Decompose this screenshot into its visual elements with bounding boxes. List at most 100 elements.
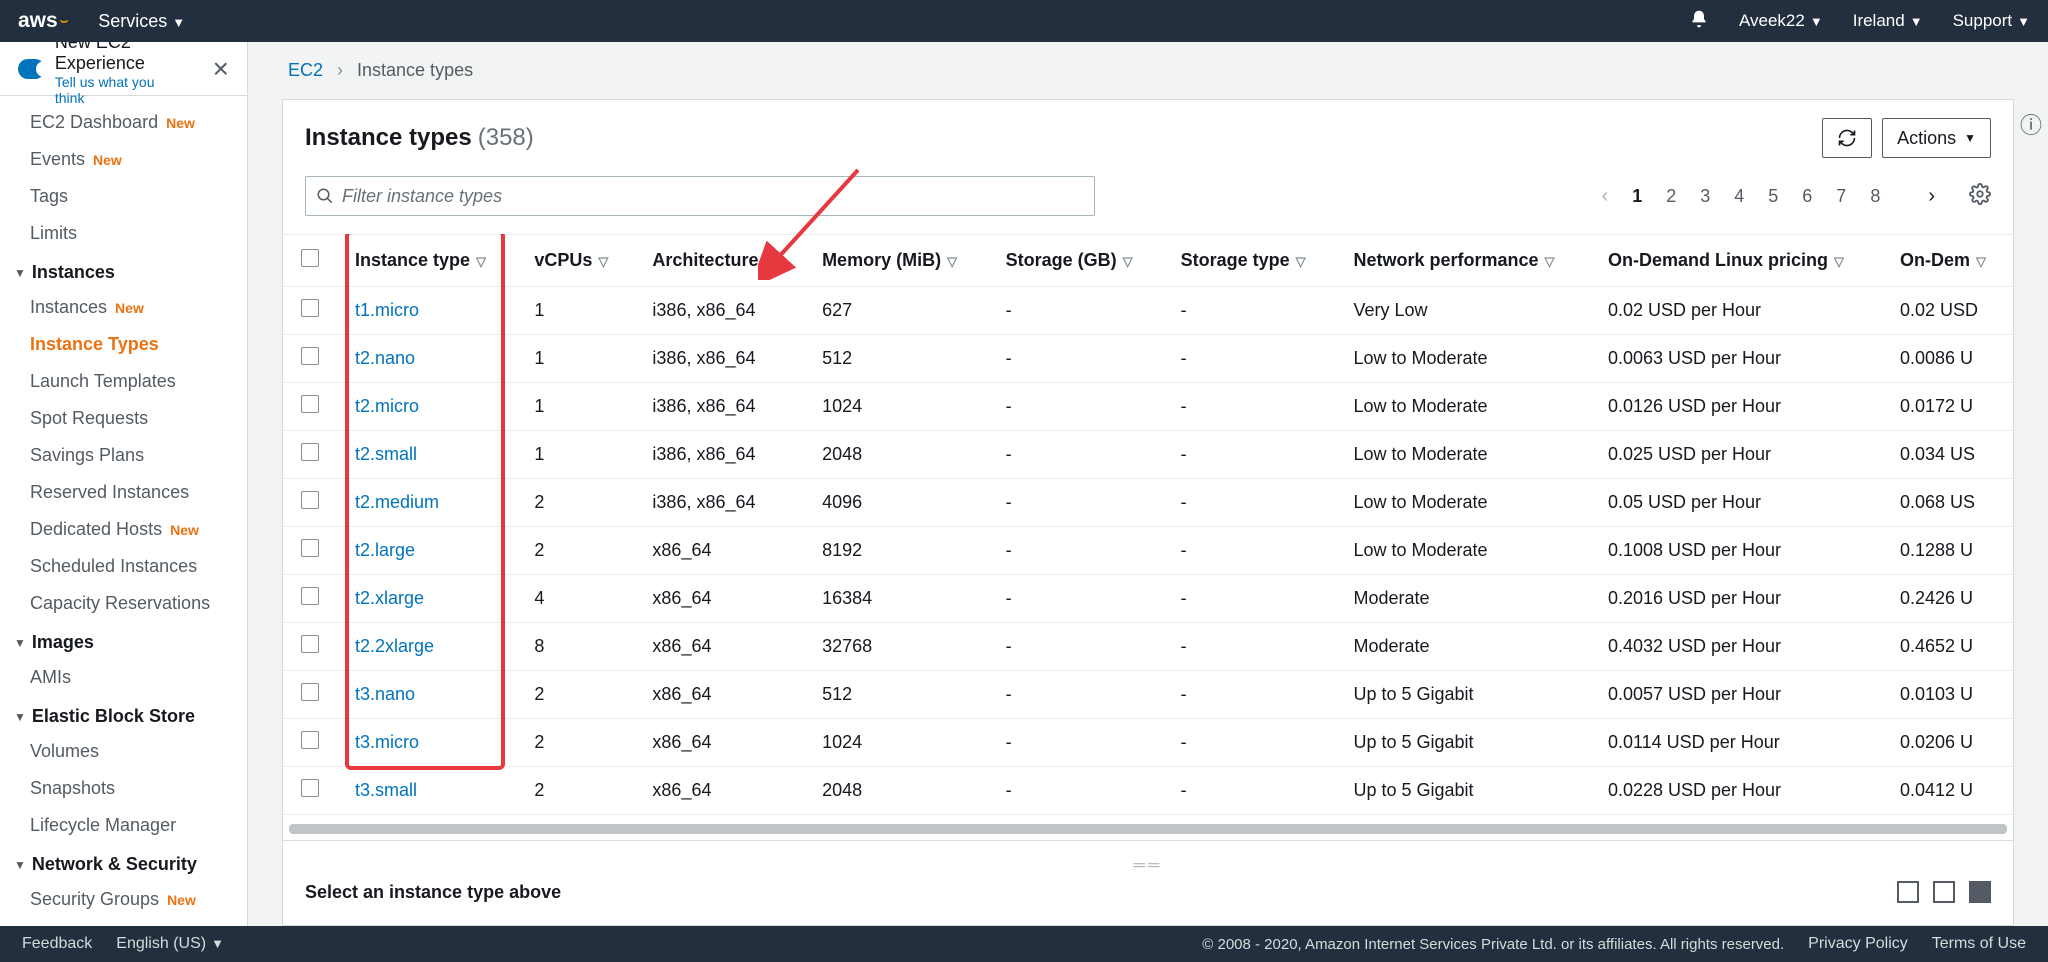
view-mode-1[interactable] (1897, 881, 1919, 903)
new-experience-toggle[interactable] (18, 59, 45, 79)
table-scroll[interactable]: Instance type▽vCPUs▽Architecture▽Memory … (283, 234, 2013, 824)
search-box[interactable] (305, 176, 1095, 216)
table-row[interactable]: t3.small2x86_642048--Up to 5 Gigabit0.02… (283, 767, 2013, 815)
page-number[interactable]: 2 (1666, 186, 1676, 206)
table-row[interactable]: t2.small1i386, x86_642048--Low to Modera… (283, 431, 2013, 479)
row-checkbox[interactable] (301, 491, 319, 509)
sidebar-item[interactable]: Reserved Instances (0, 474, 247, 511)
notifications-icon[interactable] (1689, 9, 1709, 34)
table-row[interactable]: t2.xlarge4x86_6416384--Moderate0.2016 US… (283, 575, 2013, 623)
sidebar-item[interactable]: EventsNew (0, 141, 247, 178)
instance-type-link[interactable]: t2.2xlarge (355, 636, 434, 656)
instance-type-link[interactable]: t3.nano (355, 684, 415, 704)
table-row[interactable]: t2.nano1i386, x86_64512--Low to Moderate… (283, 335, 2013, 383)
account-menu[interactable]: Aveek22▼ (1739, 11, 1823, 31)
instance-type-link[interactable]: t2.nano (355, 348, 415, 368)
instance-type-link[interactable]: t1.micro (355, 300, 419, 320)
sidebar-item[interactable]: Tags (0, 178, 247, 215)
table-row[interactable]: t3.nano2x86_64512--Up to 5 Gigabit0.0057… (283, 671, 2013, 719)
row-checkbox[interactable] (301, 731, 319, 749)
aws-logo[interactable]: aws⌣ (18, 9, 68, 33)
table-row[interactable]: t2.micro1i386, x86_641024--Low to Modera… (283, 383, 2013, 431)
table-row[interactable]: t2.large2x86_648192--Low to Moderate0.10… (283, 527, 2013, 575)
row-checkbox[interactable] (301, 539, 319, 557)
support-menu[interactable]: Support▼ (1953, 11, 2030, 31)
column-header[interactable]: Memory (MiB)▽ (804, 235, 988, 287)
sidebar-item[interactable]: Capacity Reservations (0, 585, 247, 622)
sidebar-item[interactable]: Spot Requests (0, 400, 247, 437)
sidebar-item[interactable]: Savings Plans (0, 437, 247, 474)
close-icon[interactable]: × (213, 53, 229, 85)
view-mode-3[interactable] (1969, 881, 1991, 903)
horizontal-scrollbar[interactable] (289, 824, 2007, 834)
region-menu[interactable]: Ireland▼ (1853, 11, 1923, 31)
column-header[interactable]: Instance type▽ (337, 235, 516, 287)
sidebar-item[interactable]: Dedicated HostsNew (0, 511, 247, 548)
instance-type-link[interactable]: t2.medium (355, 492, 439, 512)
terms-link[interactable]: Terms of Use (1932, 935, 2026, 953)
row-checkbox[interactable] (301, 635, 319, 653)
page-prev[interactable]: ‹ (1602, 185, 1609, 208)
breadcrumb-root[interactable]: EC2 (288, 60, 323, 81)
sidebar-item[interactable]: EC2 DashboardNew (0, 104, 247, 141)
privacy-link[interactable]: Privacy Policy (1808, 935, 1908, 953)
page-next[interactable]: › (1928, 185, 1935, 208)
table-row[interactable]: t3.micro2x86_641024--Up to 5 Gigabit0.01… (283, 719, 2013, 767)
column-header[interactable]: vCPUs▽ (516, 235, 634, 287)
column-header[interactable]: Network performance▽ (1335, 235, 1589, 287)
instance-type-link[interactable]: t2.large (355, 540, 415, 560)
page-number[interactable]: 8 (1870, 186, 1880, 206)
table-row[interactable]: t2.2xlarge8x86_6432768--Moderate0.4032 U… (283, 623, 2013, 671)
instance-type-link[interactable]: t3.micro (355, 732, 419, 752)
page-number[interactable]: 1 (1632, 186, 1642, 206)
row-checkbox[interactable] (301, 587, 319, 605)
page-number[interactable]: 4 (1734, 186, 1744, 206)
instance-type-link[interactable]: t3.small (355, 780, 417, 800)
sidebar-item[interactable]: Elastic IPsNew (0, 918, 247, 926)
language-menu[interactable]: English (US)▼ (116, 935, 224, 953)
sidebar-item[interactable]: Security GroupsNew (0, 881, 247, 918)
table-row[interactable]: t1.micro1i386, x86_64627--Very Low0.02 U… (283, 287, 2013, 335)
actions-button[interactable]: Actions▼ (1882, 118, 1991, 158)
sidebar-item[interactable]: Lifecycle Manager (0, 807, 247, 844)
info-icon[interactable]: ⓘ (2020, 108, 2042, 140)
feedback-link[interactable]: Feedback (22, 935, 92, 953)
sidebar-item[interactable]: InstancesNew (0, 289, 247, 326)
sidebar-group[interactable]: ▼Network & Security (0, 844, 247, 881)
column-header[interactable]: Storage type▽ (1163, 235, 1336, 287)
sidebar-group[interactable]: ▼Images (0, 622, 247, 659)
filter-input[interactable] (342, 186, 1084, 207)
row-checkbox[interactable] (301, 347, 319, 365)
new-experience-feedback-link[interactable]: Tell us what you think (55, 74, 183, 106)
sidebar-group[interactable]: ▼Instances (0, 252, 247, 289)
page-number[interactable]: 6 (1802, 186, 1812, 206)
select-all-checkbox[interactable] (301, 249, 319, 267)
services-menu[interactable]: Services▼ (98, 11, 185, 32)
refresh-button[interactable] (1822, 118, 1872, 158)
sidebar-item[interactable]: Scheduled Instances (0, 548, 247, 585)
row-checkbox[interactable] (301, 683, 319, 701)
column-header[interactable]: Storage (GB)▽ (988, 235, 1163, 287)
instance-type-link[interactable]: t2.small (355, 444, 417, 464)
column-header[interactable]: On-Demand Linux pricing▽ (1590, 235, 1882, 287)
page-number[interactable]: 5 (1768, 186, 1778, 206)
sidebar-item[interactable]: Limits (0, 215, 247, 252)
row-checkbox[interactable] (301, 395, 319, 413)
sidebar-item[interactable]: Instance Types (0, 326, 247, 363)
sidebar-item[interactable]: AMIs (0, 659, 247, 696)
sidebar-group[interactable]: ▼Elastic Block Store (0, 696, 247, 733)
view-mode-2[interactable] (1933, 881, 1955, 903)
row-checkbox[interactable] (301, 299, 319, 317)
sidebar-item[interactable]: Volumes (0, 733, 247, 770)
column-header[interactable]: Architecture▽ (634, 235, 804, 287)
instance-type-link[interactable]: t2.micro (355, 396, 419, 416)
row-checkbox[interactable] (301, 779, 319, 797)
row-checkbox[interactable] (301, 443, 319, 461)
settings-icon[interactable] (1969, 183, 1991, 210)
instance-type-link[interactable]: t2.xlarge (355, 588, 424, 608)
table-row[interactable]: t2.medium2i386, x86_644096--Low to Moder… (283, 479, 2013, 527)
sidebar-item[interactable]: Snapshots (0, 770, 247, 807)
page-number[interactable]: 3 (1700, 186, 1710, 206)
column-header[interactable]: On-Dem▽ (1882, 235, 2013, 287)
page-number[interactable]: 7 (1836, 186, 1846, 206)
